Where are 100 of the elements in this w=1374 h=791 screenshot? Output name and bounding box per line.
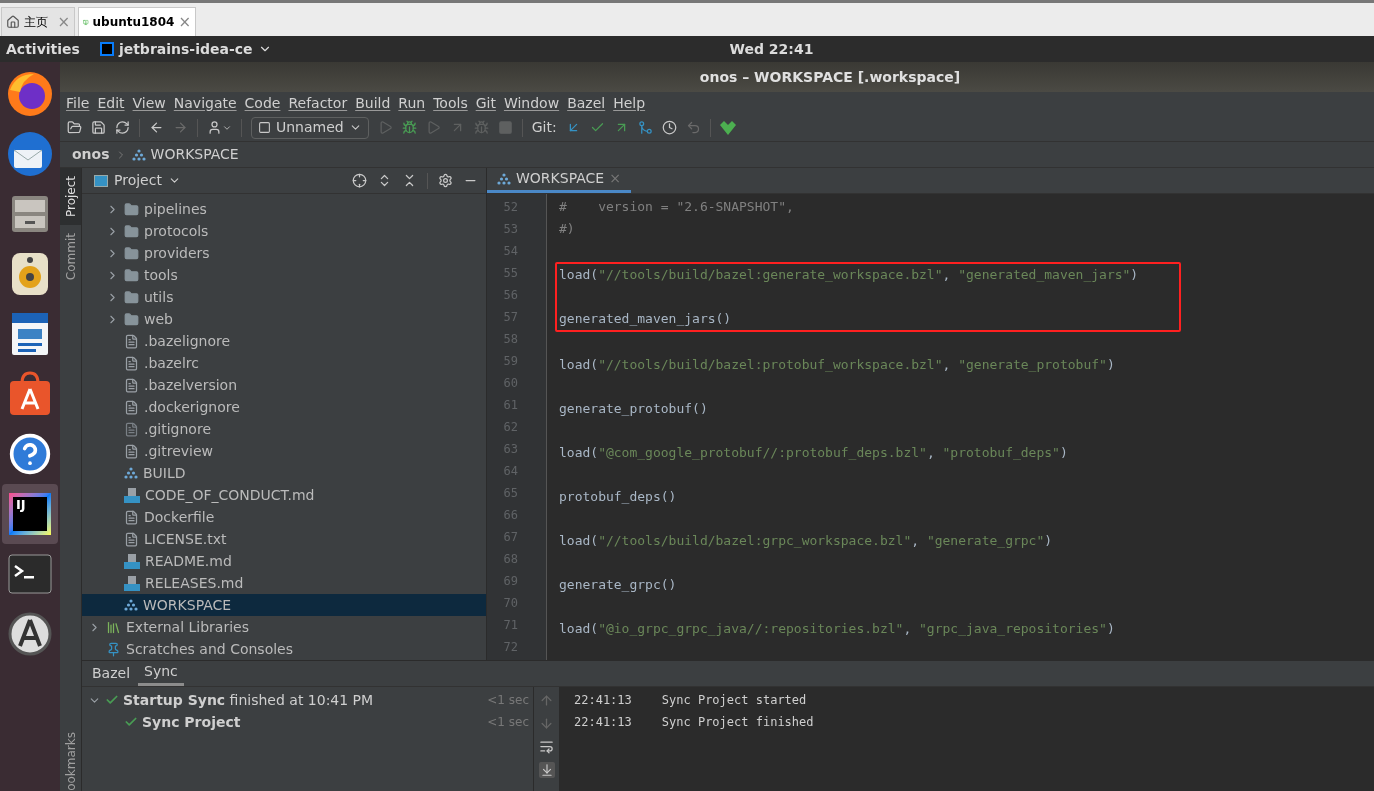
code-line: load("@io_grpc_grpc_java//:repositories.bzl", "grpc_java_repositories"): [559, 620, 1115, 639]
forward-arrow-icon[interactable]: [173, 120, 188, 135]
home-icon: [6, 15, 20, 29]
code-line: generated_maven_jars(): [559, 310, 732, 329]
tree-item[interactable]: tools: [82, 264, 486, 286]
tree-item[interactable]: Scratches and Consoles: [82, 638, 486, 660]
tool-window-tab[interactable]: ookmarks: [61, 732, 80, 791]
menu-item[interactable]: Run: [398, 92, 426, 114]
tree-item[interactable]: .bazelrc: [82, 352, 486, 374]
tree-item[interactable]: utils: [82, 286, 486, 308]
tool-window-tab[interactable]: Project: [60, 168, 81, 226]
tree-item[interactable]: pipelines: [82, 198, 486, 220]
code-line: # version = "2.6-SNAPSHOT",: [559, 198, 794, 217]
console-message: Sync Project started: [661, 692, 807, 709]
tree-item[interactable]: README.md: [82, 550, 486, 572]
soft-wrap-icon[interactable]: [539, 739, 554, 754]
tree-item[interactable]: protocols: [82, 220, 486, 242]
tree-item[interactable]: Dockerfile: [82, 506, 486, 528]
menu-item[interactable]: Edit: [97, 92, 125, 114]
tree-item[interactable]: .gitignore: [82, 418, 486, 440]
scroll-to-end-icon[interactable]: [538, 762, 555, 778]
menu-item[interactable]: Refactor: [288, 92, 348, 114]
markdown-file-icon: [124, 487, 140, 503]
history-icon[interactable]: [661, 120, 677, 135]
run-configuration-dropdown[interactable]: Unnamed: [251, 116, 369, 139]
menu-item[interactable]: Bazel: [567, 92, 606, 114]
menu-item[interactable]: View: [132, 92, 166, 114]
tree-item[interactable]: CODE_OF_CONDUCT.md: [82, 484, 486, 506]
code-line: generate_grpc(): [559, 576, 677, 595]
clock[interactable]: Wed 22:41: [729, 38, 814, 60]
tree-item[interactable]: providers: [82, 242, 486, 264]
locate-icon[interactable]: [352, 173, 367, 188]
code-line: load("@com_google_protobuf//:protobuf_deps.bzl", "protobuf_deps"): [559, 444, 1068, 463]
file-icon: [124, 355, 139, 371]
project-view-icon: [94, 174, 108, 187]
file-icon: [124, 377, 139, 393]
folder-icon: [124, 223, 139, 239]
breadcrumb-item[interactable]: onos: [72, 144, 110, 165]
activities-button[interactable]: Activities: [0, 38, 86, 60]
tree-item[interactable]: External Libraries: [82, 616, 486, 638]
menu-item[interactable]: Navigate: [173, 92, 237, 114]
menu-item[interactable]: Help: [613, 92, 646, 114]
folder-icon: [124, 289, 139, 305]
code-line: #): [559, 220, 575, 239]
code-line: load("//tools/build/bazel:generate_workspace.bzl", "generated_maven_jars"): [559, 266, 1139, 285]
undo-icon[interactable]: [685, 120, 701, 135]
ide-logo-text: IJ: [15, 497, 26, 511]
sync-task[interactable]: Sync Project: [142, 711, 241, 733]
menu-item[interactable]: Window: [503, 92, 560, 114]
file-icon: [124, 333, 139, 349]
tree-item[interactable]: web: [82, 308, 486, 330]
close-tab-button[interactable]: ×: [178, 14, 191, 30]
git-label: Git:: [531, 118, 557, 137]
folder-icon: [124, 245, 139, 261]
menu-item[interactable]: File: [66, 92, 90, 114]
merge-icon[interactable]: [637, 120, 653, 135]
tree-item[interactable]: .bazelignore: [82, 330, 486, 352]
browser-tab[interactable]: ubuntu1804 ×: [78, 7, 196, 36]
markdown-file-icon: [124, 575, 140, 591]
panel-tab[interactable]: Sync: [138, 660, 184, 686]
ide-icon[interactable]: IJ: [2, 484, 58, 544]
breadcrumb-item[interactable]: WORKSPACE: [150, 144, 239, 165]
file-icon: [124, 531, 139, 547]
open-folder-icon[interactable]: [67, 120, 82, 135]
menu-item[interactable]: Code: [244, 92, 281, 114]
tree-item[interactable]: WORKSPACE: [82, 594, 486, 616]
folder-icon: [124, 201, 139, 217]
console-message: Sync Project finished: [661, 714, 814, 731]
project-view-dropdown[interactable]: Project: [94, 170, 181, 191]
bazel-file-icon: [124, 599, 138, 611]
sync-task[interactable]: Startup Sync finished at 10:41 PM: [123, 689, 374, 711]
bazel-file-icon: [131, 148, 146, 161]
tree-item[interactable]: .gitreview: [82, 440, 486, 462]
tree-item[interactable]: RELEASES.md: [82, 572, 486, 594]
tool-window-tab[interactable]: Commit: [60, 225, 81, 289]
user-icon[interactable]: [207, 120, 232, 135]
refresh-icon[interactable]: [115, 120, 130, 135]
menu-item[interactable]: Build: [355, 92, 391, 114]
code-line: generate_protobuf(): [559, 400, 708, 419]
tree-item[interactable]: .dockerignore: [82, 396, 486, 418]
menu-item[interactable]: Git: [475, 92, 496, 114]
tree-item[interactable]: LICENSE.txt: [82, 528, 486, 550]
tree-item[interactable]: .bazelversion: [82, 374, 486, 396]
code-line: load("//tools/build/bazel:protobuf_workspace.bzl", "generate_protobuf"): [559, 356, 1115, 375]
folder-icon: [124, 267, 139, 283]
panel-tab[interactable]: Bazel: [86, 660, 137, 686]
debug-icon[interactable]: [401, 120, 417, 135]
console-time: 22:41:13: [574, 692, 632, 709]
plugin-icon[interactable]: [719, 120, 736, 135]
app-menu[interactable]: jetbrains-idea-ce: [99, 38, 272, 60]
file-icon: [124, 509, 139, 525]
menu-item[interactable]: Tools: [433, 92, 468, 114]
code-line: load("//tools/build/bazel:grpc_workspace.bzl", "generate_grpc"): [559, 532, 1053, 551]
window-title: onos – WORKSPACE [.workspace]: [699, 67, 961, 87]
settings-icon[interactable]: [438, 173, 453, 188]
success-check-icon: [124, 715, 138, 729]
browser-tab[interactable]: 主页 ×: [1, 7, 75, 36]
tree-item[interactable]: BUILD: [82, 462, 486, 484]
save-icon[interactable]: [91, 120, 106, 135]
duration: <1 sec: [487, 692, 529, 709]
